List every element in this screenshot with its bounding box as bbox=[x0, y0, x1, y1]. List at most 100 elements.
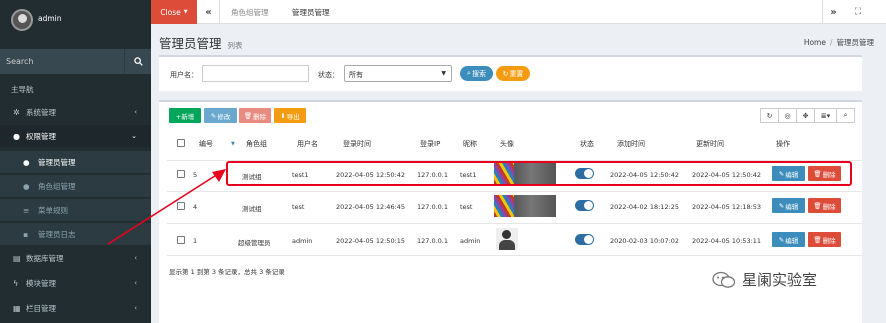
col-login-time[interactable]: 登录时间 bbox=[343, 139, 371, 149]
user-name: admin bbox=[38, 14, 62, 23]
refresh-button[interactable]: ↻ bbox=[760, 108, 779, 123]
edit-button-label: 修改 bbox=[217, 112, 231, 121]
row-avatar-image[interactable] bbox=[496, 228, 518, 250]
edit-icon: ✎ bbox=[210, 111, 217, 120]
tab-role-group[interactable]: 角色组管理 bbox=[231, 0, 269, 24]
database-icon: ▤ bbox=[13, 253, 21, 263]
wechat-icon bbox=[712, 271, 736, 289]
col-created[interactable]: 添加时间 bbox=[617, 139, 645, 149]
group-icon: ● bbox=[23, 181, 30, 191]
col-nickname[interactable]: 昵称 bbox=[463, 139, 477, 149]
sidebar-item-label: 角色组管理 bbox=[38, 181, 76, 191]
caret-down-icon: ▼ bbox=[183, 9, 188, 15]
pagination-summary: 显示第 1 到第 3 条记录，总共 3 条记录 bbox=[169, 268, 285, 276]
row-edit-button[interactable]: ✎ 编辑 bbox=[772, 198, 805, 213]
search-input[interactable] bbox=[6, 54, 116, 69]
tab-scroll-right-button[interactable]: » bbox=[822, 0, 844, 24]
sidebar-item-label: 管理员日志 bbox=[38, 229, 76, 239]
col-role[interactable]: 角色组 bbox=[246, 139, 267, 149]
edit-icon: ✎ bbox=[778, 235, 785, 244]
row-created: 2022-04-02 18:12:25 bbox=[610, 203, 680, 211]
col-actions: 操作 bbox=[776, 140, 790, 148]
status-select[interactable]: 所有 ▼ bbox=[344, 65, 452, 82]
row-role: 测试组 bbox=[242, 205, 262, 213]
col-updated[interactable]: 更新时间 bbox=[696, 139, 724, 149]
sidebar-item-system[interactable]: ✲ 系统管理 ‹ bbox=[0, 101, 151, 123]
trash-icon: 🗑 bbox=[813, 201, 822, 210]
highlight-box bbox=[226, 161, 852, 186]
export-button[interactable]: ⬇ 导出 bbox=[274, 108, 306, 123]
toggle-view-button[interactable]: ◎ bbox=[778, 108, 797, 123]
double-chevron-left-icon: « bbox=[205, 6, 212, 18]
row-username: test bbox=[292, 203, 305, 211]
row-role: 超级管理员 bbox=[238, 239, 271, 247]
tab-admin-manage[interactable]: 管理员管理 bbox=[292, 0, 330, 24]
breadcrumb-home[interactable]: Home bbox=[804, 38, 826, 47]
nav-header: 主导航 bbox=[11, 85, 34, 94]
sidebar-item-columns[interactable]: ▦ 栏目管理 ‹ bbox=[0, 297, 151, 319]
table-search-button[interactable]: ⌕ bbox=[836, 108, 855, 123]
sidebar-item-label: 系统管理 bbox=[26, 107, 56, 117]
sidebar-item-modules[interactable]: ϟ 模块管理 ‹ bbox=[0, 272, 151, 294]
search-button[interactable]: ⌕ 搜索 bbox=[460, 66, 493, 81]
download-icon: ⬇ bbox=[280, 111, 286, 120]
row-delete-label: 删除 bbox=[822, 236, 836, 245]
fullscreen-button[interactable]: ⛶ bbox=[846, 0, 870, 24]
top-tab-bar: Close ▼ « 角色组管理 管理员管理 » ⛶ bbox=[151, 0, 886, 24]
sort-icon[interactable]: ▼ bbox=[231, 141, 235, 147]
status-select-value: 所有 bbox=[349, 71, 363, 79]
row-edit-button[interactable]: ✎ 编辑 bbox=[772, 232, 805, 247]
row-ip: 127.0.0.1 bbox=[417, 203, 449, 211]
delete-button-label: 删除 bbox=[253, 112, 267, 121]
sidebar-item-permissions[interactable]: ● 权限管理 ⌄ bbox=[0, 125, 151, 147]
row-edit-label: 编辑 bbox=[785, 236, 799, 245]
status-toggle[interactable] bbox=[575, 200, 594, 211]
page-title-text: 管理员管理 bbox=[159, 36, 222, 51]
sidebar-item-label: 权限管理 bbox=[26, 131, 56, 141]
select-all-checkbox[interactable] bbox=[177, 139, 185, 147]
row-avatar-image[interactable] bbox=[494, 195, 556, 217]
add-button[interactable]: +新增 bbox=[169, 108, 201, 123]
row-delete-button[interactable]: 🗑 删除 bbox=[808, 232, 841, 247]
reset-button[interactable]: ↻ 重置 bbox=[496, 66, 530, 81]
row-created: 2020-02-03 10:07:02 bbox=[610, 237, 680, 245]
move-button[interactable]: ✥ bbox=[796, 108, 815, 123]
search-icon: ⌕ bbox=[467, 69, 471, 77]
col-avatar[interactable]: 头像 bbox=[500, 139, 514, 149]
gear-icon: ✲ bbox=[13, 107, 20, 117]
row-delete-button[interactable]: 🗑 删除 bbox=[808, 198, 841, 213]
sidebar-item-label: 栏目管理 bbox=[26, 303, 56, 313]
row-updated: 2022-04-05 12:18:53 bbox=[692, 203, 762, 211]
col-login-ip[interactable]: 登录IP bbox=[420, 139, 440, 149]
search-icon: ⌕ bbox=[843, 111, 848, 119]
reset-button-label: 重置 bbox=[509, 69, 524, 78]
delete-button[interactable]: 🗑 删除 bbox=[239, 108, 271, 123]
page-subtitle: 列表 bbox=[227, 41, 243, 50]
user-panel: admin bbox=[0, 0, 151, 44]
close-tabs-button[interactable]: Close ▼ bbox=[151, 0, 197, 24]
refresh-icon: ↻ bbox=[502, 69, 509, 78]
status-toggle[interactable] bbox=[575, 234, 594, 245]
columns-button[interactable]: ≣▾ bbox=[814, 108, 837, 123]
sidebar-item-label: 模块管理 bbox=[26, 278, 56, 288]
status-label: 状态： bbox=[318, 71, 339, 79]
breadcrumb-current: 管理员管理 bbox=[836, 38, 875, 47]
chevron-left-icon: ‹ bbox=[134, 254, 137, 262]
username-field[interactable] bbox=[202, 65, 309, 82]
sidebar-item-database[interactable]: ▤ 数据库管理 ‹ bbox=[0, 247, 151, 269]
chevron-left-icon: ‹ bbox=[134, 108, 137, 116]
search-icon bbox=[133, 57, 143, 66]
col-username[interactable]: 用户名 bbox=[297, 139, 318, 149]
tab-scroll-left-button[interactable]: « bbox=[198, 0, 220, 24]
chevron-left-icon: ‹ bbox=[134, 279, 137, 287]
refresh-icon: ↻ bbox=[766, 111, 773, 120]
edit-button[interactable]: ✎ 修改 bbox=[204, 108, 237, 123]
col-id[interactable]: 编号 bbox=[199, 139, 213, 149]
col-status[interactable]: 状态 bbox=[580, 139, 594, 149]
trash-icon: 🗑 bbox=[813, 235, 822, 244]
row-ip: 127.0.0.1 bbox=[417, 237, 449, 245]
sidebar-item-label: 菜单规则 bbox=[38, 205, 68, 215]
row-nickname: admin bbox=[460, 237, 481, 245]
search-button[interactable] bbox=[124, 49, 151, 74]
chevron-down-icon: ▼ bbox=[441, 70, 446, 77]
